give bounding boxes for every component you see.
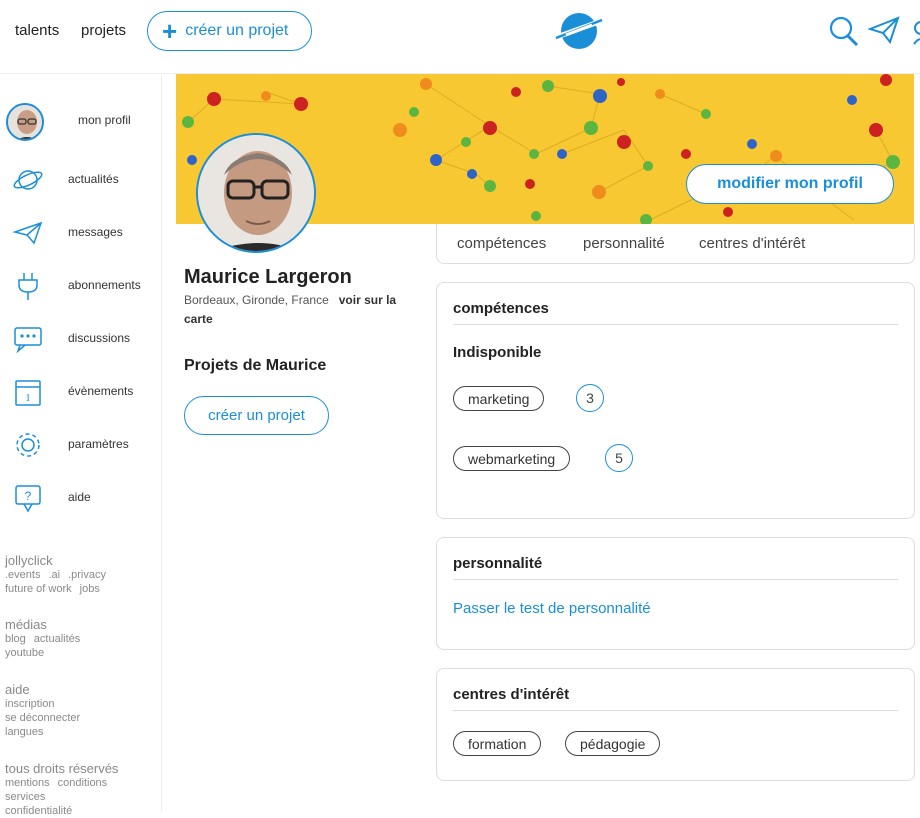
divider — [453, 579, 898, 580]
skill-count[interactable]: 5 — [605, 444, 633, 472]
personality-test-link[interactable]: Passer le test de personnalité — [453, 600, 651, 617]
footer-link[interactable]: inscription — [5, 698, 55, 710]
planet-icon — [13, 170, 43, 190]
interest-tag[interactable]: pédagogie — [565, 731, 661, 756]
skills-card: compétences Indisponible marketing 3 web… — [436, 282, 915, 519]
footer-link[interactable]: actualités — [34, 633, 80, 645]
sidebar-item-evenements[interactable]: 1 évènements — [0, 372, 162, 412]
send-icon[interactable] — [868, 14, 900, 46]
plug-icon — [18, 273, 38, 300]
divider — [453, 324, 898, 325]
nav-talents[interactable]: talents — [15, 22, 59, 39]
divider — [453, 710, 898, 711]
profile-photo — [196, 133, 316, 253]
create-project-button-top[interactable]: + créer un projet — [147, 11, 312, 51]
sidebar-item-mon-profil[interactable]: mon profil — [0, 101, 162, 141]
availability-status: Indisponible — [453, 344, 542, 361]
chat-icon — [14, 327, 42, 354]
tab-competences[interactable]: compétences — [457, 235, 546, 252]
paper-plane-icon — [12, 221, 43, 245]
user-icon[interactable] — [912, 14, 920, 46]
help-icon: ? — [15, 485, 41, 513]
tab-centres-interet[interactable]: centres d'intérêt — [699, 235, 805, 252]
plus-icon: + — [162, 16, 178, 46]
create-project-label: créer un projet — [185, 22, 289, 39]
sidebar-item-label: mon profil — [78, 113, 131, 127]
gear-icon — [16, 433, 40, 457]
footer-link[interactable]: confidentialité — [5, 805, 72, 817]
projects-title: Projets de Maurice — [184, 357, 327, 374]
footer-heading: médias — [5, 617, 47, 632]
card-title: compétences — [453, 300, 549, 317]
sidebar-item-aide[interactable]: ? aide — [0, 478, 162, 518]
footer-link[interactable]: .events — [5, 569, 40, 581]
card-title: personnalité — [453, 555, 543, 572]
skill-count[interactable]: 3 — [576, 384, 604, 412]
footer-heading: jollyclick — [5, 553, 53, 568]
footer-link[interactable]: mentions — [5, 777, 50, 789]
sidebar-item-label: paramètres — [68, 437, 129, 451]
profile-tabs: compétences personnalité centres d'intér… — [436, 224, 915, 264]
footer-link[interactable]: youtube — [5, 647, 44, 659]
location-text: Bordeaux, Gironde, France — [184, 293, 329, 307]
footer-link[interactable]: .privacy — [68, 569, 106, 581]
svg-text:?: ? — [25, 489, 32, 503]
footer-jollyclick: jollyclick .events .ai .privacy future of … — [5, 553, 114, 596]
footer-link[interactable]: blog — [5, 633, 26, 645]
interest-tag[interactable]: formation — [453, 731, 542, 756]
sidebar-item-label: discussions — [68, 331, 131, 345]
footer-link[interactable]: conditions — [58, 777, 108, 789]
top-bar: talents projets + créer un projet — [0, 0, 920, 74]
sidebar-item-actualites[interactable]: actualités — [0, 160, 162, 200]
sidebar: mon profil actualités messages abonnemen… — [0, 75, 162, 817]
sidebar-item-label: actualités — [68, 172, 119, 186]
footer-link[interactable]: jobs — [80, 583, 100, 595]
sidebar-item-discussions[interactable]: discussions — [0, 319, 162, 359]
footer-heading: tous droits réservés — [5, 761, 119, 776]
footer-medias: médias blog actualités youtube — [5, 617, 88, 660]
sidebar-item-label: abonnements — [68, 278, 141, 292]
tab-personnalite[interactable]: personnalité — [583, 235, 665, 252]
search-icon[interactable] — [828, 14, 860, 48]
sidebar-item-label: évènements — [68, 384, 134, 398]
svg-text:1: 1 — [25, 392, 31, 404]
interests-card: centres d'intérêt formation pédagogie — [436, 668, 915, 781]
footer-link[interactable]: langues — [5, 726, 44, 738]
create-project-button[interactable]: créer un projet — [184, 396, 329, 435]
profile-location: Bordeaux, Gironde, France voir sur la car… — [184, 291, 414, 329]
footer-link[interactable]: se déconnecter — [5, 712, 80, 724]
nav-projets[interactable]: projets — [81, 22, 126, 39]
footer-link[interactable]: future of work — [5, 583, 72, 595]
card-title: centres d'intérêt — [453, 686, 570, 703]
sidebar-item-abonnements[interactable]: abonnements — [0, 266, 162, 306]
edit-profile-button[interactable]: modifier mon profil — [686, 164, 894, 204]
personality-card: personnalité Passer le test de personnal… — [436, 537, 915, 650]
sidebar-item-parametres[interactable]: paramètres — [0, 425, 162, 465]
sidebar-item-label: messages — [68, 225, 123, 239]
footer-heading: aide — [5, 682, 30, 697]
sidebar-item-label: aide — [68, 490, 91, 504]
footer-aide: aide inscription se déconnecter langues — [5, 682, 88, 739]
profile-name: Maurice Largeron — [184, 266, 352, 288]
skill-tag[interactable]: marketing — [453, 386, 545, 411]
skill-tag[interactable]: webmarketing — [453, 446, 571, 471]
calendar-icon: 1 — [15, 380, 41, 406]
footer-link[interactable]: services — [5, 791, 45, 803]
sidebar-item-messages[interactable]: messages — [0, 213, 162, 253]
logo[interactable] — [552, 8, 606, 54]
footer-droits: tous droits réservés mentions conditions … — [5, 761, 118, 818]
footer-link[interactable]: .ai — [48, 569, 60, 581]
